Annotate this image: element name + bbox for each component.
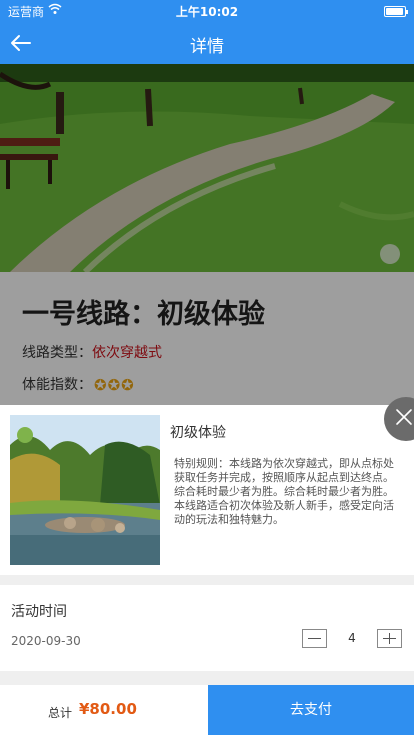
battery-icon — [384, 6, 408, 17]
quantity-value: 4 — [348, 631, 356, 645]
status-bar: 运营商 上午10:02 — [0, 0, 414, 22]
product-card: 初级体验 特别规则：本线路为依次穿越式，即从点标处获取任务并完成，按照顺序从起点… — [0, 405, 414, 575]
page-title: 详情 — [190, 37, 224, 57]
total-label: 总计 — [48, 706, 73, 720]
product-image — [10, 415, 160, 565]
product-title: 初级体验 — [170, 425, 226, 441]
status-time: 上午10:02 — [175, 5, 239, 19]
checkout-bar: 总计 ¥80.00 去支付 — [0, 685, 414, 735]
pay-button[interactable]: 去支付 — [208, 685, 414, 735]
total-price: ¥80.00 — [79, 700, 137, 718]
activity-date[interactable]: 2020-09-30 — [11, 634, 81, 648]
battery-level — [386, 8, 403, 15]
increase-button[interactable] — [377, 629, 402, 648]
product-description: 特别规则：本线路为依次穿越式，即从点标处获取任务并完成，按照顺序从起点到达终点。… — [174, 457, 394, 526]
nav-bar: 详情 — [0, 22, 414, 64]
quantity-stepper: 4 — [302, 629, 402, 649]
activity-time-label: 活动时间 — [11, 604, 67, 620]
modal-overlay[interactable] — [0, 64, 414, 406]
decrease-button[interactable] — [302, 629, 327, 648]
activity-time-section: 活动时间 2020-09-30 4 — [0, 585, 414, 671]
